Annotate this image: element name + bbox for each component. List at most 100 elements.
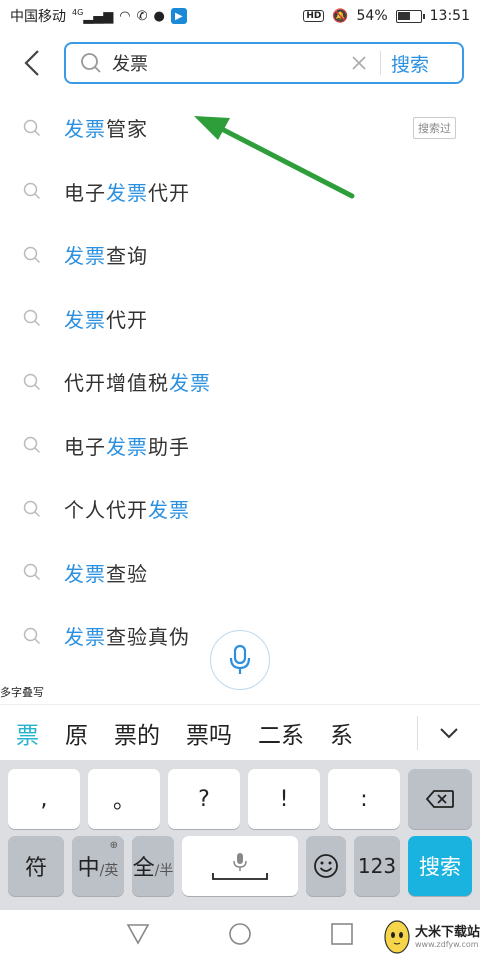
- lang-sub-label: /英: [99, 863, 119, 879]
- search-input[interactable]: [112, 52, 344, 74]
- search-icon: [0, 119, 64, 137]
- key-symbols[interactable]: 符: [8, 836, 64, 896]
- key-delete[interactable]: [408, 769, 472, 829]
- suggestion-highlight: 发票: [106, 434, 148, 459]
- candidate-word[interactable]: 二系: [245, 716, 317, 750]
- candidate-word[interactable]: 系: [317, 716, 366, 750]
- globe-icon: ⊕: [109, 840, 118, 851]
- key-period[interactable]: 。: [88, 769, 160, 829]
- voice-search-button[interactable]: [210, 630, 270, 690]
- key-colon[interactable]: :: [328, 769, 400, 829]
- back-button[interactable]: [0, 32, 64, 94]
- space-bar-icon: [212, 873, 268, 880]
- chevron-down-icon: [440, 727, 458, 738]
- search-icon: [0, 246, 64, 264]
- key-comma[interactable]: ,: [8, 769, 80, 829]
- key-width-toggle[interactable]: 全/半: [132, 836, 174, 896]
- suggestion-text: 发票查验: [64, 558, 148, 587]
- annotation-arrow: [194, 116, 355, 199]
- suggestion-highlight: 发票: [169, 371, 211, 396]
- clock: 13:51: [429, 8, 470, 24]
- suggestion-part: 电子: [64, 180, 106, 205]
- suggestion-text: 电子发票助手: [64, 431, 190, 460]
- ime-handwriting-hint: 多字叠写: [0, 686, 44, 699]
- search-button[interactable]: 搜索: [391, 50, 429, 77]
- candidate-word[interactable]: 原: [52, 716, 101, 750]
- suggestion-highlight: 发票: [64, 625, 106, 650]
- width-main-label: 全: [132, 856, 155, 881]
- suggestion-part: 电子: [64, 434, 106, 459]
- suggestion-text: 个人代开发票: [64, 494, 190, 523]
- suggestion-highlight: 发票: [64, 117, 106, 142]
- search-icon: [0, 309, 64, 327]
- collapse-candidates-button[interactable]: [418, 727, 480, 739]
- width-sub-label: /半: [154, 863, 174, 879]
- search-box[interactable]: 搜索: [64, 42, 464, 84]
- search-icon: [0, 373, 64, 391]
- message-icon: ●: [153, 8, 165, 24]
- search-icon: [0, 182, 64, 200]
- key-space[interactable]: [182, 836, 298, 896]
- backspace-icon: [425, 790, 454, 808]
- suggestion-item[interactable]: 个人代开发票: [0, 477, 480, 541]
- suggestion-item[interactable]: 发票查询: [0, 223, 480, 287]
- network-type-label: 4G: [72, 7, 84, 17]
- key-language-toggle[interactable]: 中/英 ⊕: [72, 836, 124, 896]
- triangle-back-icon[interactable]: [126, 922, 150, 946]
- mute-bell-icon: 🔕: [332, 8, 349, 24]
- candidate-word[interactable]: 票吗: [173, 716, 245, 750]
- carrier-label: 中国移动: [10, 9, 66, 25]
- suggestion-part: 代开增值税: [64, 371, 169, 396]
- square-recents-icon[interactable]: [330, 922, 354, 946]
- suggestion-text: 发票代开: [64, 304, 148, 333]
- key-exclamation[interactable]: !: [248, 769, 320, 829]
- watermark-logo-icon: [384, 920, 410, 954]
- search-header: 搜索: [0, 32, 480, 94]
- search-icon: [0, 500, 64, 518]
- app-notification-icon: ▶: [170, 8, 187, 24]
- suggestion-highlight: 发票: [106, 180, 148, 205]
- key-numeric[interactable]: 123: [354, 836, 400, 896]
- watermark: 大米下载站 www.zdfyw.com: [382, 915, 480, 955]
- close-icon: [352, 56, 366, 70]
- suggestion-part: 查验真伪: [106, 625, 190, 650]
- hd-icon: HD: [303, 10, 325, 22]
- search-icon: [0, 627, 64, 645]
- suggestion-part: 个人代开: [64, 498, 148, 523]
- suggestion-text: 代开增值税发票: [64, 367, 211, 396]
- suggestion-highlight: 发票: [64, 561, 106, 586]
- suggestion-highlight: 发票: [64, 307, 106, 332]
- suggestion-text: 电子发票代开: [64, 177, 190, 206]
- candidate-word[interactable]: 票: [0, 716, 52, 750]
- battery-percent: 54%: [356, 8, 388, 24]
- suggestion-part: 查验: [106, 561, 148, 586]
- search-icon: [81, 53, 101, 73]
- suggestion-highlight: 发票: [64, 244, 106, 269]
- suggestion-item[interactable]: 发票查验: [0, 541, 480, 605]
- suggestion-part: 代开: [148, 180, 190, 205]
- key-search[interactable]: 搜索: [408, 836, 472, 896]
- key-emoji[interactable]: [306, 836, 346, 896]
- suggestion-part: 助手: [148, 434, 190, 459]
- smiley-icon: [314, 854, 338, 878]
- suggestion-part: 查询: [106, 244, 148, 269]
- lang-main-label: 中: [77, 856, 100, 881]
- searched-before-badge: 搜索过: [413, 116, 456, 139]
- suggestion-item[interactable]: 发票代开: [0, 287, 480, 351]
- suggestion-text: 发票查询: [64, 240, 148, 269]
- suggestion-text: 发票查验真伪: [64, 621, 190, 650]
- suggestion-item[interactable]: 代开增值税发票: [0, 350, 480, 414]
- search-divider: [380, 51, 381, 75]
- suggestion-text: 发票管家: [64, 113, 148, 142]
- circle-home-icon[interactable]: [228, 922, 252, 946]
- ime-candidate-bar: 票原票的 票吗 二系系: [0, 704, 480, 760]
- key-question[interactable]: ?: [168, 769, 240, 829]
- suggestion-part: 代开: [106, 307, 148, 332]
- clear-button[interactable]: [344, 51, 374, 75]
- search-icon: [0, 436, 64, 454]
- candidate-word[interactable]: 票的: [101, 716, 173, 750]
- search-icon: [0, 563, 64, 581]
- suggestion-item[interactable]: 电子发票助手: [0, 414, 480, 478]
- status-bar: 中国移动 4G▂▄▆ ◠ ✆ ● ▶ HD 🔕 54% 13:51: [0, 0, 480, 32]
- watermark-title: 大米下载站: [414, 925, 480, 940]
